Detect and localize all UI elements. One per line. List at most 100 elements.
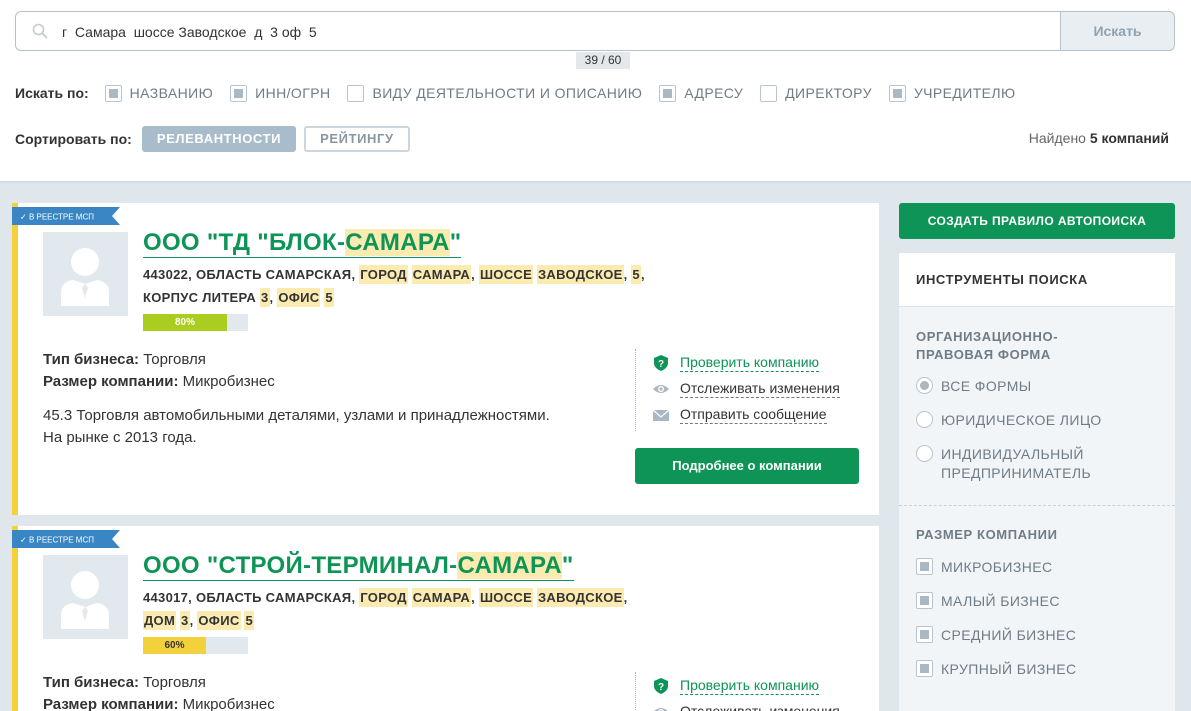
business-type-label: Тип бизнеса: (43, 351, 140, 368)
address-text: , (623, 590, 628, 605)
msp-registry-badge: ✓ В РЕЕСТРЕ МСП (12, 530, 120, 548)
form-option-entrepreneur[interactable]: ИНДИВИДУАЛЬНЫЙ ПРЕДПРИНИМАТЕЛЬ (916, 445, 1091, 483)
company-details-button[interactable]: Подробнее о компании (635, 448, 859, 484)
company-name-part: ООО "СТРОЙ-ТЕРМИНАЛ- (143, 552, 458, 579)
business-type-label: Тип бизнеса: (43, 674, 140, 691)
filter-label: АДРЕСУ (684, 85, 744, 101)
track-changes-link[interactable]: Отслеживать изменения (680, 703, 840, 711)
size-option-large[interactable]: КРУПНЫЙ БИЗНЕС (916, 660, 1076, 679)
checkbox-large[interactable] (916, 660, 933, 677)
address-highlight: ЗАВОДСКОЕ (536, 265, 624, 284)
radio-all[interactable] (916, 377, 933, 394)
search-by-filters: Искать по: НАЗВАНИЮ ИНН/ОГРН ВИДУ ДЕЯТЕЛ… (15, 82, 1033, 104)
company-size-value: Микробизнес (182, 373, 275, 390)
send-message-link[interactable]: Отправить сообщение (680, 406, 827, 424)
business-type: Тип бизнеса: Торговля (43, 349, 206, 371)
address-highlight: 3 (259, 288, 270, 307)
check-company-action[interactable]: ? Проверить компанию (652, 676, 820, 696)
track-changes-action[interactable]: Отслеживать изменения (652, 702, 840, 711)
checkbox-director[interactable] (760, 84, 778, 102)
filter-address[interactable]: АДРЕСУ (659, 84, 744, 102)
search-input[interactable] (62, 21, 1042, 43)
sort-controls: Сортировать по: РЕЛЕВАНТНОСТИ РЕЙТИНГУ (15, 126, 418, 152)
radio-entrepreneur[interactable] (916, 445, 933, 462)
address-text: , (471, 267, 479, 282)
checkbox-medium[interactable] (916, 626, 933, 643)
size-option-small[interactable]: МАЛЫЙ БИЗНЕС (916, 592, 1060, 611)
check-company-action[interactable]: ? Проверить компанию (652, 353, 820, 373)
results-count-prefix: Найдено (1028, 130, 1086, 146)
radio-legal-entity[interactable] (916, 411, 933, 428)
checkbox-name[interactable] (104, 84, 122, 102)
rating-value: 60% (164, 640, 185, 651)
search-tools-panel: ИНСТРУМЕНТЫ ПОИСКА ОРГАНИЗАЦИОННО- ПРАВОВ… (899, 253, 1175, 711)
company-address: 443017, ОБЛАСТЬ САМАРСКАЯ, ГОРОД САМАРА,… (143, 586, 673, 632)
filter-label: ВИДУ ДЕЯТЕЛЬНОСТИ И ОПИСАНИЮ (372, 85, 643, 101)
checkbox-inn-ogrn[interactable] (230, 84, 248, 102)
check-company-link[interactable]: Проверить компанию (680, 677, 820, 695)
address-highlight: 5 (631, 265, 641, 284)
rating-value: 80% (174, 317, 195, 328)
filter-name[interactable]: НАЗВАНИЮ (104, 84, 213, 102)
company-name-link[interactable]: ООО "СТРОЙ-ТЕРМИНАЛ-САМАРА" (143, 552, 574, 581)
filter-founder[interactable]: УЧРЕДИТЕЛЮ (888, 84, 1016, 102)
form-option-all[interactable]: ВСЕ ФОРМЫ (916, 377, 1032, 396)
svg-text:?: ? (658, 682, 664, 693)
address-highlight: 5 (244, 611, 254, 630)
checkbox-micro[interactable] (916, 558, 933, 575)
company-activity: 45.3 Торговля автомобильными деталями, у… (43, 407, 550, 424)
rating-bar: 60% (143, 637, 248, 654)
address-highlight: ГОРОД (359, 265, 408, 284)
form-option-label: ЮРИДИЧЕСКОЕ ЛИЦО (941, 412, 1102, 428)
filter-label: УЧРЕДИТЕЛЮ (913, 85, 1016, 101)
search-button[interactable]: Искать (1060, 11, 1175, 51)
eye-icon (653, 385, 669, 393)
shield-question-icon: ? (654, 678, 668, 694)
create-autosearch-rule-button[interactable]: СОЗДАТЬ ПРАВИЛО АВТОПОИСКА (899, 203, 1175, 239)
company-name-part: " (449, 229, 462, 256)
address-highlight: 5 (324, 288, 334, 307)
address-text: КОРПУС ЛИТЕРА (143, 290, 260, 305)
size-option-medium[interactable]: СРЕДНИЙ БИЗНЕС (916, 626, 1076, 645)
filter-label: ДИРЕКТОРУ (785, 85, 872, 101)
checkbox-address[interactable] (659, 84, 677, 102)
search-tools-title: ИНСТРУМЕНТЫ ПОИСКА (899, 253, 1175, 307)
size-option-micro[interactable]: МИКРОБИЗНЕС (916, 558, 1052, 577)
address-highlight: ОФИС (277, 288, 321, 307)
company-name-part: " (561, 552, 574, 579)
filter-activity[interactable]: ВИДУ ДЕЯТЕЛЬНОСТИ И ОПИСАНИЮ (347, 84, 643, 102)
checkbox-small[interactable] (916, 592, 933, 609)
company-name-highlight: САМАРА (345, 229, 450, 256)
check-company-link[interactable]: Проверить компанию (680, 354, 820, 372)
track-changes-link[interactable]: Отслеживать изменения (680, 380, 840, 398)
form-option-legal-entity[interactable]: ЮРИДИЧЕСКОЕ ЛИЦО (916, 411, 1102, 430)
track-changes-action[interactable]: Отслеживать изменения (652, 379, 840, 399)
legal-form-title-line: ОРГАНИЗАЦИОННО- (916, 329, 1059, 344)
filter-inn-ogrn[interactable]: ИНН/ОГРН (230, 84, 330, 102)
search-by-title: Искать по: (15, 85, 89, 101)
size-option-label: МАЛЫЙ БИЗНЕС (941, 593, 1060, 609)
msp-registry-badge: ✓ В РЕЕСТРЕ МСП (12, 207, 120, 225)
filter-director[interactable]: ДИРЕКТОРУ (760, 84, 872, 102)
company-size-value: Микробизнес (182, 696, 275, 711)
msp-badge-label: В РЕЕСТРЕ МСП (29, 213, 94, 222)
address-highlight: ОФИС (197, 611, 241, 630)
shield-question-icon: ? (654, 355, 668, 371)
address-highlight: ЗАВОДСКОЕ (536, 588, 624, 607)
actions-divider (635, 672, 636, 711)
size-option-label: СРЕДНИЙ БИЗНЕС (941, 627, 1077, 643)
business-type: Тип бизнеса: Торговля (43, 672, 206, 694)
checkbox-founder[interactable] (888, 84, 906, 102)
business-type-value: Торговля (143, 351, 206, 368)
checkbox-activity[interactable] (347, 84, 365, 102)
search-box[interactable] (15, 11, 1061, 51)
envelope-icon (652, 409, 670, 421)
form-option-label: ИНДИВИДУАЛЬНЫЙ ПРЕДПРИНИМАТЕЛЬ (941, 445, 1091, 483)
sort-rating-button[interactable]: РЕЙТИНГУ (304, 126, 410, 152)
size-option-label: КРУПНЫЙ БИЗНЕС (941, 661, 1077, 677)
address-highlight: САМАРА (411, 588, 472, 607)
sort-relevance-button[interactable]: РЕЛЕВАНТНОСТИ (141, 126, 297, 152)
search-icon (32, 23, 48, 39)
send-message-action[interactable]: Отправить сообщение (652, 405, 827, 425)
company-name-link[interactable]: ООО "ТД "БЛОК-САМАРА" (143, 229, 462, 258)
